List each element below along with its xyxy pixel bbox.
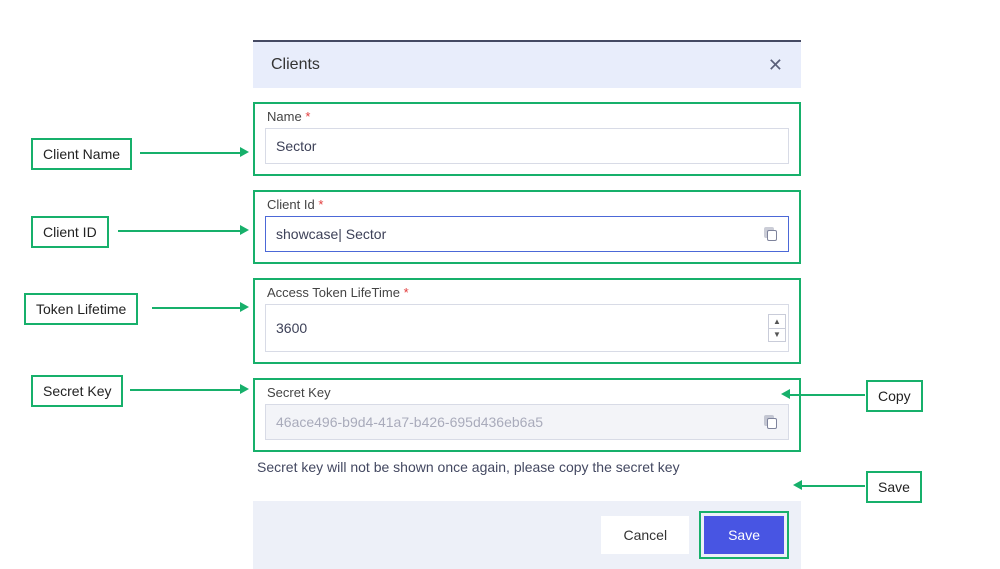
- stepper-up-icon[interactable]: ▲: [769, 315, 785, 329]
- name-label: Name *: [255, 109, 799, 128]
- lifetime-label: Access Token LifeTime *: [255, 285, 799, 304]
- modal-title: Clients: [271, 56, 320, 74]
- arrow: [152, 307, 240, 309]
- arrow-head-icon: [240, 302, 249, 312]
- field-name-group: Name * Sector: [253, 102, 801, 176]
- callout-secret: Secret Key: [31, 375, 123, 407]
- callout-copy: Copy: [866, 380, 923, 412]
- arrow: [118, 230, 240, 232]
- callout-lifetime: Token Lifetime: [24, 293, 138, 325]
- name-value: Sector: [276, 138, 316, 154]
- save-highlight: Save: [699, 511, 789, 559]
- arrow-head-icon: [240, 225, 249, 235]
- arrow-head-icon: [240, 384, 249, 394]
- field-lifetime-group: Access Token LifeTime * 3600 ▲ ▼: [253, 278, 801, 364]
- arrow: [790, 394, 865, 396]
- secret-input: 46ace496-b9d4-41a7-b426-695d436eb6a5: [265, 404, 789, 440]
- arrow: [140, 152, 240, 154]
- callout-save: Save: [866, 471, 922, 503]
- modal-header: Clients ✕: [253, 40, 801, 88]
- arrow-head-icon: [240, 147, 249, 157]
- callout-client-name: Client Name: [31, 138, 132, 170]
- modal-footer: Cancel Save: [253, 501, 801, 569]
- close-icon[interactable]: ✕: [768, 56, 783, 74]
- clientid-input[interactable]: showcase| Sector: [265, 216, 789, 252]
- copy-icon[interactable]: [764, 415, 778, 429]
- secret-value: 46ace496-b9d4-41a7-b426-695d436eb6a5: [276, 414, 543, 430]
- callout-client-id: Client ID: [31, 216, 109, 248]
- copy-icon[interactable]: [764, 227, 778, 241]
- field-secret-group: Secret Key 46ace496-b9d4-41a7-b426-695d4…: [253, 378, 801, 452]
- field-clientid-group: Client Id * showcase| Sector: [253, 190, 801, 264]
- number-stepper[interactable]: ▲ ▼: [768, 314, 786, 342]
- secret-hint: Secret key will not be shown once again,…: [253, 459, 801, 475]
- stepper-down-icon[interactable]: ▼: [769, 329, 785, 342]
- arrow: [802, 485, 865, 487]
- arrow-head-icon: [793, 480, 802, 490]
- secret-label: Secret Key: [255, 385, 799, 404]
- name-input[interactable]: Sector: [265, 128, 789, 164]
- arrow-head-icon: [781, 389, 790, 399]
- clientid-label: Client Id *: [255, 197, 799, 216]
- save-button[interactable]: Save: [704, 516, 784, 554]
- lifetime-value: 3600: [276, 320, 307, 336]
- lifetime-input[interactable]: 3600 ▲ ▼: [265, 304, 789, 352]
- cancel-button[interactable]: Cancel: [601, 516, 689, 554]
- clients-modal: Clients ✕ Name * Sector Client Id * show…: [253, 40, 801, 569]
- clientid-value: showcase| Sector: [276, 226, 386, 242]
- arrow: [130, 389, 240, 391]
